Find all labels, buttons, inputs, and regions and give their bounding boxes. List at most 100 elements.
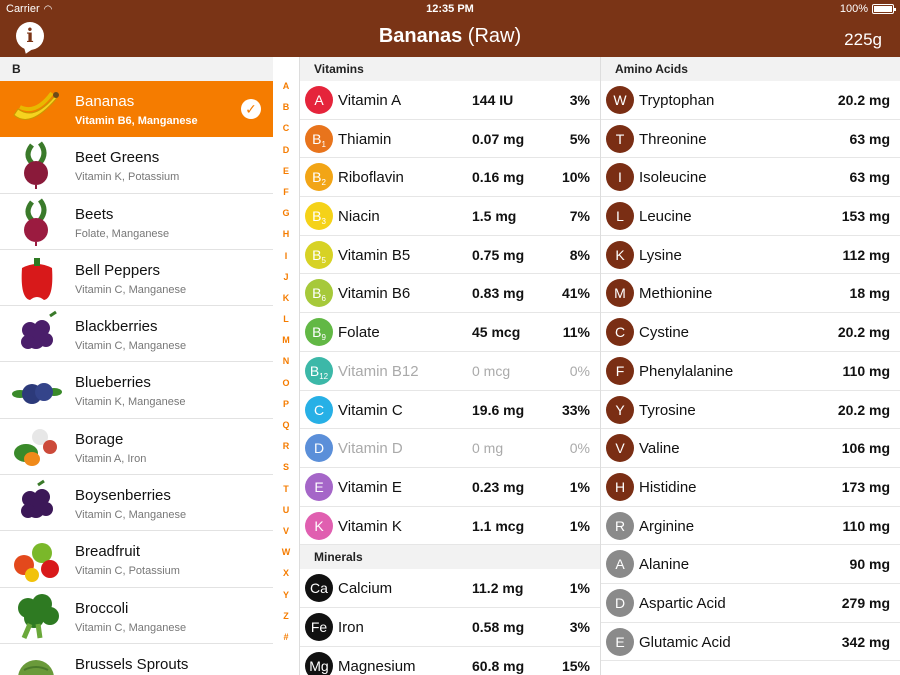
- nutrient-row-methionine[interactable]: M Methionine 18 mg: [601, 274, 900, 314]
- food-highlights: Vitamin A, Iron: [75, 452, 147, 465]
- nutrient-amount: 112 mg: [842, 246, 890, 263]
- nutrient-row-iron[interactable]: Fe Iron 0.58 mg 3%: [300, 608, 600, 647]
- list-item-borage[interactable]: Borage Vitamin A, Iron: [0, 419, 273, 476]
- food-highlights: Vitamin K, Manganese: [75, 396, 186, 409]
- food-highlights: Vitamin C, Manganese: [75, 283, 187, 296]
- index-letter-G[interactable]: G: [273, 208, 299, 229]
- index-letter-B[interactable]: B: [273, 102, 299, 123]
- nutrient-badge: D: [305, 434, 333, 463]
- battery-status: 100%: [840, 3, 896, 15]
- nutrient-amount: 0.16 mg: [472, 169, 525, 186]
- index-letter-Z[interactable]: Z: [273, 611, 299, 632]
- nutrient-row-isoleucine[interactable]: I Isoleucine 63 mg: [601, 158, 900, 198]
- nutrient-row-vitamin-k[interactable]: K Vitamin K 1.1 mcg 1%: [300, 507, 600, 546]
- nutrient-row-lysine[interactable]: K Lysine 112 mg: [601, 236, 900, 275]
- nutrient-row-arginine[interactable]: R Arginine 110 mg: [601, 507, 900, 546]
- index-letter-F[interactable]: F: [273, 187, 299, 208]
- food-name: Brussels Sprouts: [75, 655, 189, 673]
- nutrient-name: Folate: [338, 324, 380, 342]
- nutrient-row-alanine[interactable]: A Alanine 90 mg: [601, 545, 900, 584]
- index-letter-Q[interactable]: Q: [273, 420, 299, 441]
- index-letter-M[interactable]: M: [273, 335, 299, 356]
- nutrient-row-vitamin-a[interactable]: A Vitamin A 144 IU 3%: [300, 81, 600, 120]
- nutrient-name: Vitamin C: [338, 401, 403, 419]
- nutrient-amount: 110 mg: [842, 517, 890, 534]
- nutrient-row-glutamic-acid[interactable]: E Glutamic Acid 342 mg: [601, 623, 900, 662]
- index-letter-P[interactable]: P: [273, 399, 299, 420]
- food-name: Borage: [75, 430, 124, 448]
- food-name: Bananas: [75, 93, 135, 110]
- nutrient-amount: 60.8 mg: [472, 657, 525, 674]
- list-item-boysenberries[interactable]: Boysenberries Vitamin C, Manganese: [0, 475, 273, 532]
- nutrient-row-riboflavin[interactable]: B2 Riboflavin 0.16 mg 10%: [300, 158, 600, 198]
- nutrient-row-threonine[interactable]: T Threonine 63 mg: [601, 120, 900, 159]
- nutrient-badge: B2: [305, 163, 333, 192]
- index-letter-V[interactable]: V: [273, 526, 299, 547]
- borage-icon: [10, 423, 64, 471]
- index-letter-O[interactable]: O: [273, 378, 299, 399]
- nutrient-row-phenylalanine[interactable]: F Phenylalanine 110 mg: [601, 352, 900, 391]
- nutrient-name: Vitamin D: [338, 440, 403, 458]
- nutrient-amount: 63 mg: [849, 169, 890, 186]
- index-letter-N[interactable]: N: [273, 356, 299, 377]
- nutrient-row-calcium[interactable]: Ca Calcium 11.2 mg 1%: [300, 569, 600, 608]
- nutrient-amount: 144 IU: [472, 92, 514, 108]
- nutrient-row-thiamin[interactable]: B1 Thiamin 0.07 mg 5%: [300, 120, 600, 159]
- nutrient-row-valine[interactable]: V Valine 106 mg: [601, 429, 900, 468]
- list-item-broccoli[interactable]: Broccoli Vitamin C, Manganese: [0, 588, 273, 644]
- index-letter-H[interactable]: H: [273, 229, 299, 250]
- nutrient-row-leucine[interactable]: L Leucine 153 mg: [601, 197, 900, 236]
- nutrient-row-vitamin-b6[interactable]: B6 Vitamin B6 0.83 mg 41%: [300, 274, 600, 314]
- list-item-bananas[interactable]: Bananas Vitamin B6, Manganese ✓: [0, 81, 273, 138]
- nutrient-row-vitamin-b5[interactable]: B5 Vitamin B5 0.75 mg 8%: [300, 236, 600, 275]
- list-item-breadfruit[interactable]: Breadfruit Vitamin C, Potassium: [0, 531, 273, 588]
- index-letter-Y[interactable]: Y: [273, 590, 299, 611]
- nutrient-row-vitamin-e[interactable]: E Vitamin E 0.23 mg 1%: [300, 468, 600, 507]
- blackberry-icon: [10, 310, 64, 358]
- index-letter-L[interactable]: L: [273, 314, 299, 335]
- nutrient-row-magnesium[interactable]: Mg Magnesium 60.8 mg 15%: [300, 647, 600, 675]
- nutrient-daily-value: 41%: [561, 285, 590, 302]
- index-letter-U[interactable]: U: [273, 505, 299, 526]
- index-letter-J[interactable]: J: [273, 272, 299, 293]
- nutrient-badge: H: [606, 472, 634, 501]
- beet-greens-icon: [10, 141, 64, 190]
- index-letter-D[interactable]: D: [273, 145, 299, 166]
- nutrient-row-niacin[interactable]: B3 Niacin 1.5 mg 7%: [300, 197, 600, 236]
- alphabet-index[interactable]: A B C D E F G H I J K L M N O P Q R S T U V W X Y Z #: [273, 81, 299, 661]
- nutrient-amount: 11.2 mg: [472, 580, 524, 597]
- nutrient-row-cystine[interactable]: C Cystine 20.2 mg: [601, 313, 900, 352]
- list-item-blackberries[interactable]: Blackberries Vitamin C, Manganese: [0, 306, 273, 363]
- list-item-brussels-sprouts[interactable]: Brussels Sprouts: [0, 644, 273, 675]
- nutrient-row-tyrosine[interactable]: Y Tyrosine 20.2 mg: [601, 391, 900, 430]
- list-item-bell-peppers[interactable]: Bell Peppers Vitamin C, Manganese: [0, 250, 273, 307]
- index-letter-W[interactable]: W: [273, 547, 299, 568]
- index-letter-R[interactable]: R: [273, 441, 299, 462]
- index-letter-E[interactable]: E: [273, 166, 299, 187]
- list-item-beets[interactable]: Beets Folate, Manganese: [0, 194, 273, 250]
- index-letter-K[interactable]: K: [273, 293, 299, 314]
- index-letter-T[interactable]: T: [273, 484, 299, 505]
- index-letter-X[interactable]: X: [273, 568, 299, 589]
- index-letter-A[interactable]: A: [273, 81, 299, 102]
- index-letter-I[interactable]: I: [273, 251, 299, 272]
- index-letter-#[interactable]: #: [273, 632, 299, 653]
- list-item-blueberries[interactable]: Blueberries Vitamin K, Manganese: [0, 362, 273, 419]
- nutrient-row-folate[interactable]: B9 Folate 45 mcg 11%: [300, 313, 600, 352]
- nutrient-name: Riboflavin: [338, 169, 404, 187]
- index-letter-C[interactable]: C: [273, 123, 299, 144]
- nutrient-row-vitamin-d[interactable]: D Vitamin D 0 mg 0%: [300, 429, 600, 468]
- list-item-beet-greens[interactable]: Beet Greens Vitamin K, Potassium: [0, 137, 273, 194]
- food-list[interactable]: B Bananas Vitamin B6, Manganese ✓ Beet Gree…: [0, 57, 273, 675]
- nutrient-row-tryptophan[interactable]: W Tryptophan 20.2 mg: [601, 81, 900, 120]
- clock: 12:35 PM: [426, 3, 474, 15]
- nutrient-row-vitamin-b12[interactable]: B12 Vitamin B12 0 mcg 0%: [300, 352, 600, 391]
- nutrient-row-histidine[interactable]: H Histidine 173 mg: [601, 468, 900, 507]
- nutrient-row-aspartic-acid[interactable]: D Aspartic Acid 279 mg: [601, 584, 900, 623]
- nutrient-row-vitamin-c[interactable]: C Vitamin C 19.6 mg 33%: [300, 391, 600, 430]
- serving-weight[interactable]: 225g: [844, 30, 882, 50]
- index-letter-S[interactable]: S: [273, 462, 299, 483]
- nutrient-amount: 20.2 mg: [837, 324, 890, 341]
- nutrient-daily-value: 33%: [561, 401, 590, 418]
- nutrient-badge: B1: [305, 124, 333, 153]
